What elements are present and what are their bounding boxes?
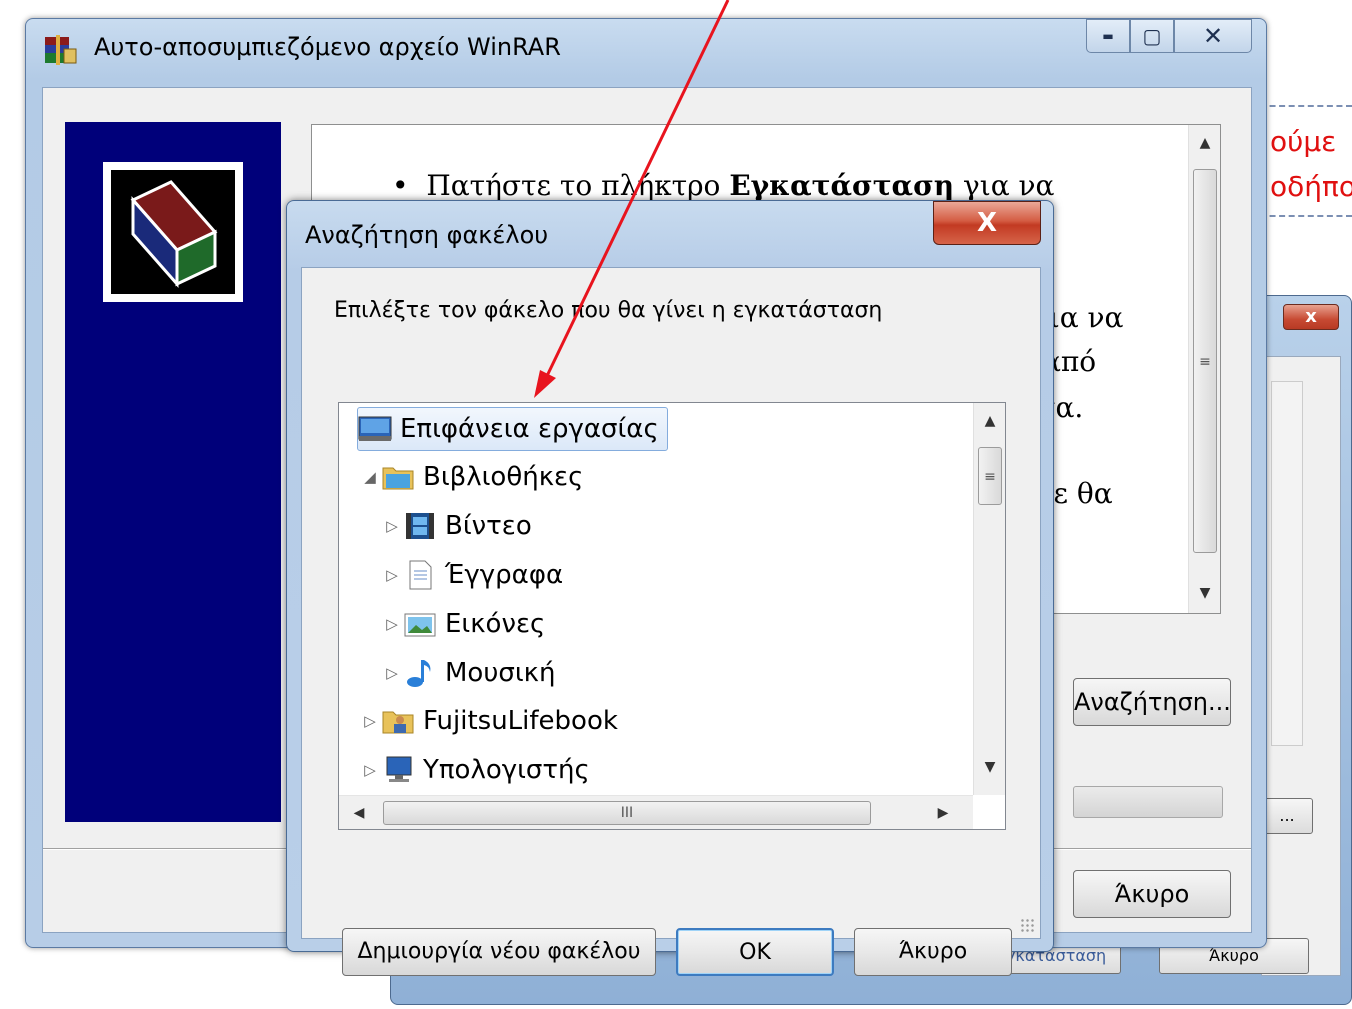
close-icon: X [976, 208, 998, 238]
user-folder-icon [381, 706, 415, 736]
tree-item-pictures[interactable]: ▷ Εικόνες [381, 602, 545, 646]
tree-item-label: Εικόνες [445, 609, 546, 639]
scroll-right-icon[interactable]: ▶ [927, 796, 959, 830]
tree-item-computer[interactable]: ▷ Υπολογιστής [359, 748, 590, 792]
tree-item-documents[interactable]: ▷ Έγγραφα [381, 553, 563, 597]
tree-vertical-scrollbar[interactable]: ▲ ≡ ▼ [973, 403, 1005, 795]
background-scrollbar[interactable] [1271, 381, 1303, 746]
scroll-down-icon[interactable]: ▼ [1189, 577, 1221, 609]
tree-item-label: Μουσική [445, 658, 556, 688]
cancel-button[interactable]: Άκυρο [1073, 870, 1231, 918]
music-icon [403, 658, 437, 688]
expand-icon[interactable]: ▷ [381, 517, 403, 535]
browse-button[interactable]: Αναζήτηση... [1073, 678, 1231, 726]
tree-item-desktop[interactable]: Επιφάνεια εργασίας [357, 407, 668, 451]
dashed-line [1260, 105, 1352, 107]
tree-item-libraries[interactable]: ◢ Βιβλιοθήκες [359, 455, 583, 499]
tree-item-label: FujitsuLifebook [423, 706, 618, 736]
tree-item-label: Βίντεο [445, 511, 532, 541]
dialog-cancel-button[interactable]: Άκυρο [854, 928, 1012, 976]
minimize-icon: ▬ [1102, 29, 1114, 43]
maximize-button[interactable]: ▢ [1130, 19, 1174, 53]
close-button[interactable]: ✕ [1174, 19, 1252, 53]
tree-item-user-folder[interactable]: ▷ FujitsuLifebook [359, 699, 618, 743]
desktop-icon [358, 414, 392, 444]
side-banner [65, 122, 281, 822]
video-icon [403, 511, 437, 541]
minimize-button[interactable]: ▬ [1086, 19, 1130, 53]
archive-box-icon [130, 180, 218, 288]
expand-icon[interactable]: ▷ [381, 615, 403, 633]
tree-item-label: Έγγραφα [445, 560, 564, 590]
expand-icon[interactable]: ▷ [381, 664, 403, 682]
window-title: Αυτο-αποσυμπιεζόμενο αρχείο WinRAR [94, 33, 561, 61]
horizontal-scroll-thumb[interactable]: III [383, 801, 871, 825]
expand-icon[interactable]: ▷ [381, 566, 403, 584]
pictures-icon [403, 609, 437, 639]
background-red-text-1: ούμε [1270, 125, 1337, 158]
computer-icon [381, 755, 415, 785]
tree-item-label: Βιβλιοθήκες [423, 462, 584, 492]
scroll-left-icon[interactable]: ◀ [343, 796, 375, 830]
background-close-button[interactable]: x [1283, 304, 1339, 330]
tree-item-label: Υπολογιστής [423, 755, 590, 785]
caption-buttons: ▬ ▢ ✕ [1086, 19, 1252, 53]
text-vertical-scrollbar[interactable]: ▲ ≡ ▼ [1188, 125, 1220, 613]
folder-tree[interactable]: Επιφάνεια εργασίας ◢ Βιβλιοθήκες ▷ Βίντε… [338, 402, 1006, 830]
dialog-close-button[interactable]: X [933, 201, 1041, 245]
new-folder-button[interactable]: Δημιουργία νέου φακέλου [342, 928, 656, 976]
background-document: ούμε οδήπο [1260, 85, 1352, 295]
scroll-thumb[interactable]: ≡ [978, 447, 1002, 505]
documents-icon [403, 560, 437, 590]
background-red-text-2: οδήπο [1270, 170, 1352, 203]
libraries-icon [381, 462, 415, 492]
winrar-logo [103, 162, 243, 302]
instruction-line-1: • Πατήστε το πλήκτρο Εγκατάσταση για να [392, 169, 1055, 202]
tree-item-label: Επιφάνεια εργασίας [400, 414, 659, 444]
scroll-up-icon[interactable]: ▲ [1189, 127, 1221, 159]
resize-grip-icon[interactable] [1020, 918, 1036, 934]
maximize-icon: ▢ [1142, 24, 1162, 48]
expand-icon[interactable]: ▷ [359, 761, 381, 779]
scroll-down-icon[interactable]: ▼ [974, 751, 1006, 783]
tree-item-videos[interactable]: ▷ Βίντεο [381, 504, 532, 548]
collapse-icon[interactable]: ◢ [359, 468, 381, 486]
tree-item-music[interactable]: ▷ Μουσική [381, 651, 555, 695]
winrar-app-icon [45, 35, 77, 65]
dashed-line [1260, 215, 1352, 217]
close-icon: ✕ [1202, 22, 1224, 50]
tree-horizontal-scrollbar[interactable]: ◀ III ▶ [339, 795, 973, 829]
dialog-prompt: Επιλέξτε τον φάκελο που θα γίνει η εγκατ… [334, 298, 883, 323]
scroll-up-icon[interactable]: ▲ [974, 405, 1006, 437]
dialog-title: Αναζήτηση φακέλου [305, 221, 549, 249]
scroll-thumb[interactable]: ≡ [1193, 169, 1217, 553]
browse-folder-dialog: Αναζήτηση φακέλου X Επιλέξτε τον φάκελο … [286, 200, 1054, 976]
dialog-client-area: Επιλέξτε τον φάκελο που θα γίνει η εγκατ… [301, 267, 1041, 976]
expand-icon[interactable]: ▷ [359, 712, 381, 730]
background-browse-button[interactable]: ... [1261, 798, 1313, 834]
ok-button[interactable]: OK [676, 928, 834, 976]
progress-bar [1073, 786, 1223, 818]
